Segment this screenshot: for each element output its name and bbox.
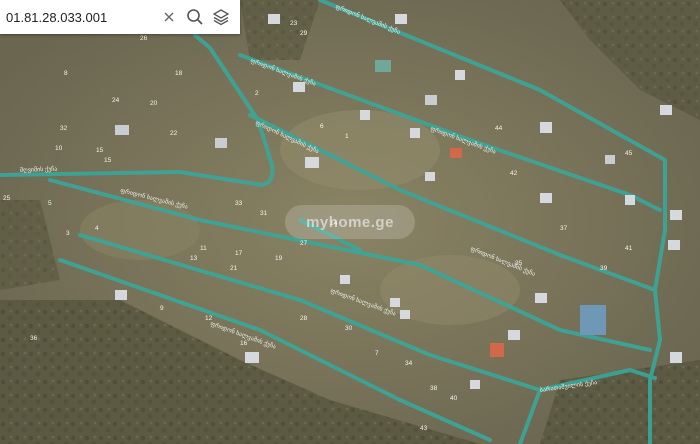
- building: [115, 125, 129, 135]
- parcel-number: 5: [48, 200, 52, 207]
- building: [425, 172, 435, 181]
- building: [395, 14, 407, 24]
- clear-button[interactable]: [156, 2, 182, 32]
- building: [375, 60, 391, 72]
- building: [340, 275, 350, 284]
- parcel-number: 6: [320, 123, 324, 130]
- magnifier-icon: [187, 9, 203, 25]
- parcel-number: 38: [430, 385, 438, 392]
- building: [508, 330, 520, 340]
- parcel-number: 20: [150, 100, 158, 107]
- parcel-number: 12: [205, 315, 213, 322]
- parcel-number: 7: [375, 350, 379, 357]
- parcel-number: 42: [510, 170, 518, 177]
- parcel-number: 32: [60, 125, 68, 132]
- parcel-number: 23: [290, 20, 298, 27]
- parcel-number: 2: [255, 90, 259, 97]
- building: [535, 293, 547, 303]
- parcel-number: 8: [64, 70, 68, 77]
- parcel-number: 10: [55, 145, 63, 152]
- search-bar: [0, 0, 240, 34]
- parcel-number: 17: [235, 250, 243, 257]
- building: [668, 240, 680, 250]
- parcel-number: 18: [175, 70, 183, 77]
- parcel-number: 41: [625, 245, 633, 252]
- parcel-number: 24: [112, 97, 120, 104]
- building: [670, 210, 682, 220]
- building: [580, 305, 606, 335]
- parcel-number: 4: [95, 225, 99, 232]
- building: [625, 195, 635, 205]
- parcel-number: 40: [450, 395, 458, 402]
- building: [293, 82, 305, 92]
- building: [390, 298, 400, 307]
- layers-icon: [212, 9, 230, 26]
- parcel-number: 21: [230, 265, 238, 272]
- building: [115, 290, 127, 300]
- parcel-number: 45: [625, 150, 633, 157]
- parcel-number: 43: [420, 425, 428, 432]
- building: [268, 14, 280, 24]
- building: [540, 122, 552, 133]
- building: [245, 352, 259, 363]
- parcel-number: 44: [495, 125, 503, 132]
- building: [215, 138, 227, 148]
- building: [425, 95, 437, 105]
- parcel-number: 13: [190, 255, 198, 262]
- parcel-number: 9: [160, 305, 164, 312]
- parcel-number: 29: [300, 30, 308, 37]
- parcel-number: 33: [235, 200, 243, 207]
- search-input[interactable]: [0, 2, 156, 32]
- building: [470, 380, 480, 389]
- parcel-number: 22: [170, 130, 178, 137]
- close-icon: [164, 12, 174, 22]
- building: [400, 310, 410, 319]
- parcel-number: 1: [345, 133, 349, 140]
- parcel-number: 19: [275, 255, 283, 262]
- parcel-number: 28: [300, 315, 308, 322]
- building: [605, 155, 615, 164]
- parcel-number: 15: [104, 157, 112, 164]
- building: [305, 157, 319, 168]
- parcel-number: 15: [96, 147, 104, 154]
- watermark-logo: myhome.ge: [285, 205, 415, 239]
- parcel-number: 34: [405, 360, 413, 367]
- building: [410, 128, 420, 138]
- parcel-number: 25: [3, 195, 11, 202]
- building: [455, 70, 465, 80]
- building: [450, 148, 462, 158]
- building: [660, 105, 672, 115]
- building: [540, 193, 552, 203]
- parcel-number: 26: [140, 35, 148, 42]
- parcel-number: 36: [30, 335, 38, 342]
- parcel-number: 30: [345, 325, 353, 332]
- building: [670, 352, 682, 363]
- parcel-number: 31: [260, 210, 268, 217]
- parcel-number: 37: [560, 225, 568, 232]
- parcel-number: 16: [240, 340, 248, 347]
- search-button[interactable]: [182, 2, 208, 32]
- layers-button[interactable]: [208, 2, 234, 32]
- parcel-number: 27: [300, 240, 308, 247]
- parcel-number: 35: [515, 260, 523, 267]
- building: [490, 343, 504, 357]
- parcel-number: 39: [600, 265, 608, 272]
- building: [360, 110, 370, 120]
- parcel-number: 11: [200, 245, 207, 252]
- parcel-number: 3: [66, 230, 70, 237]
